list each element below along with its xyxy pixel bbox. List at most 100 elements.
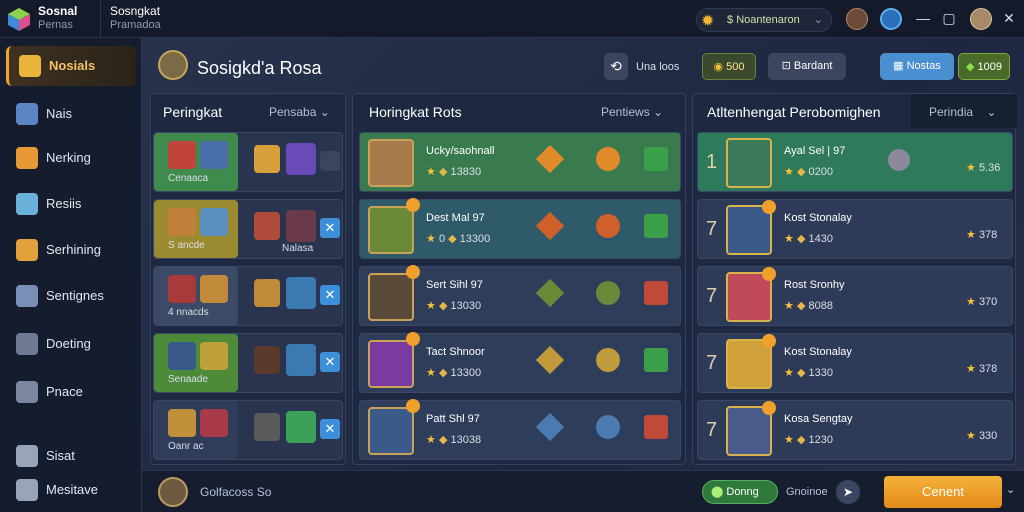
hero-portrait-icon (200, 208, 228, 236)
bardant-button[interactable]: ⊡ Bardant (768, 53, 846, 80)
item-icon (286, 143, 316, 175)
player-rating: ★ 330 (966, 430, 998, 442)
player-value: ★ ◆ 1330 (784, 367, 833, 379)
player-value: ★ ◆ 0200 (784, 166, 833, 178)
item-icon (254, 346, 280, 374)
card-label: Oanr ac (168, 441, 204, 452)
player-name: Dest Mal 97 (426, 212, 485, 224)
maximize-icon[interactable]: ▢ (940, 9, 958, 27)
leaderboard-row[interactable]: Ucky/saohnall ★ ◆ 13830 (359, 132, 681, 192)
close-icon[interactable]: ✕ (1000, 9, 1018, 27)
player-avatar[interactable] (158, 50, 188, 80)
leaderboard-row[interactable]: Patt Shl 97 ★ ◆ 13038 (359, 399, 681, 460)
card-label: S ancde (168, 240, 205, 251)
ranking-row[interactable]: 7 Kosa Sengtay ★ ◆ 1230 ★ 330 (697, 400, 1013, 460)
chat-input[interactable]: Golfacoss So (200, 485, 271, 499)
bottom-status-text: Gnoinoe (786, 486, 828, 498)
profile-avatar[interactable] (846, 8, 868, 30)
document-subtitle: Pramadoa (110, 19, 161, 31)
star-icon: ★ (426, 367, 436, 379)
close-icon[interactable]: ✕ (320, 419, 340, 439)
ranking-row[interactable]: 7 Kost Stonalay ★ ◆ 1430 ★ 378 (697, 199, 1013, 259)
sidebar: Nosials Nais Nerking Resiis Serhining Sentign… (0, 38, 142, 512)
player-score: ★ ◆ 13038 (426, 434, 482, 446)
sidebar-item-sentignes[interactable]: Sentignes (6, 276, 136, 316)
close-icon[interactable]: ✕ (320, 352, 340, 372)
left-card[interactable]: Oanr ac ✕ (153, 400, 343, 460)
player-name: Ayal Sel | 97 (784, 145, 846, 157)
rank-number: 1 (706, 151, 718, 173)
currency-selector[interactable]: ✹ $ Noantenaron ⌄ (696, 8, 832, 32)
sidebar-item-resiis[interactable]: Resiis (6, 184, 136, 224)
shield-icon (16, 479, 38, 501)
player-score: ★ ◆ 13300 (426, 367, 482, 379)
sidebar-item-serhining[interactable]: Serhining (6, 230, 136, 270)
reward-icon (596, 415, 620, 439)
page-title: Sosigkd'a Rosa (197, 58, 322, 78)
player-rating: ★ 378 (966, 229, 998, 241)
right-panel: Atltenhengat Perobomighen Perindia ⌄ 1 Ay… (692, 93, 1017, 465)
sidebar-item-mesitave[interactable]: Mesitave (6, 470, 136, 510)
star-icon: ★ (966, 296, 976, 308)
leaderboard-row[interactable]: Sert Sihl 97 ★ ◆ 13030 (359, 265, 681, 326)
middle-panel-header: Horingkat Rots Pentiews ⌄ (353, 94, 685, 128)
item-icon (254, 145, 280, 173)
sidebar-item-nerking[interactable]: Nerking (6, 138, 136, 178)
sidebar-item-doeting[interactable]: Doeting (6, 324, 136, 364)
nostas-button[interactable]: ▦ Nostas (880, 53, 954, 80)
hero-portrait-icon (200, 141, 228, 169)
leaderboard-row[interactable]: Dest Mal 97 ★ 0 ◆ 13300 (359, 198, 681, 259)
right-panel-dropdown[interactable]: Perindia ⌄ (911, 94, 1017, 128)
info-icon[interactable] (880, 8, 902, 30)
hero-avatar (368, 206, 414, 254)
player-name: Rost Sronhy (784, 279, 845, 291)
ranking-row[interactable]: 7 Rost Sronhy ★ ◆ 8088 ★ 370 (697, 266, 1013, 326)
ranking-row[interactable]: 1 Ayal Sel | 97 ★ ◆ 0200 ★ 5.36 (697, 132, 1013, 192)
user-avatar[interactable] (970, 8, 992, 30)
minimize-icon[interactable]: — (914, 9, 932, 27)
sidebar-item-nosials[interactable]: Nosials (6, 46, 136, 86)
left-card[interactable]: S ancde Nalasa ✕ (153, 199, 343, 259)
player-name: Sert Sihl 97 (426, 279, 483, 291)
hero-avatar (368, 407, 414, 455)
send-icon[interactable]: ➤ (836, 480, 860, 504)
left-card[interactable]: Senaade ✕ (153, 333, 343, 393)
sidebar-item-label: Pnace (46, 384, 83, 399)
player-value: ★ ◆ 1230 (784, 434, 833, 446)
player-name: Kosa Sengtay (784, 413, 853, 425)
item-icon (286, 344, 316, 376)
donng-button[interactable]: ⬤ Donng (702, 480, 778, 504)
leaderboard-row[interactable]: Tact Shnoor ★ ◆ 13300 (359, 332, 681, 393)
left-card[interactable]: Cenaaca (153, 132, 343, 192)
box-icon (16, 147, 38, 169)
close-icon[interactable]: ✕ (320, 218, 340, 238)
middle-panel-dropdown[interactable]: Pentiews ⌄ (601, 105, 663, 119)
card-label: Cenaaca (168, 173, 209, 184)
currency-label: $ Noantenaron (727, 14, 800, 26)
item-icon (286, 411, 316, 443)
left-card[interactable]: 4 nnacds ✕ (153, 266, 343, 326)
notification-badge (762, 334, 776, 348)
ranking-row[interactable]: 7 Kost Stonalay ★ ◆ 1330 ★ 378 (697, 333, 1013, 393)
reward-icon (596, 348, 620, 372)
close-icon[interactable]: ✕ (320, 285, 340, 305)
sidebar-item-label: Doeting (46, 336, 91, 351)
sidebar-item-nais[interactable]: Nais (6, 94, 136, 134)
player-name: Kost Stonalay (784, 212, 852, 224)
refresh-icon[interactable]: ⟲ (604, 53, 628, 80)
chevron-down-icon[interactable]: ⌄ (1006, 483, 1015, 496)
hero-portrait-icon (168, 275, 196, 303)
app-title: Sosnal (38, 4, 78, 18)
gear-icon (16, 381, 38, 403)
pet-icon (888, 149, 910, 171)
sidebar-item-pnace[interactable]: Pnace (6, 372, 136, 412)
hero-avatar (368, 273, 414, 321)
star-icon: ★ (426, 434, 436, 446)
primary-action-button[interactable]: Cenent (884, 476, 1002, 508)
star-icon: ★ (426, 300, 436, 312)
card-label: Senaade (168, 374, 209, 385)
hero-portrait-icon (168, 409, 196, 437)
sidebar-item-label: Serhining (46, 242, 101, 257)
grid-icon (16, 103, 38, 125)
left-panel-dropdown[interactable]: Pensaba ⌄ (269, 105, 330, 119)
